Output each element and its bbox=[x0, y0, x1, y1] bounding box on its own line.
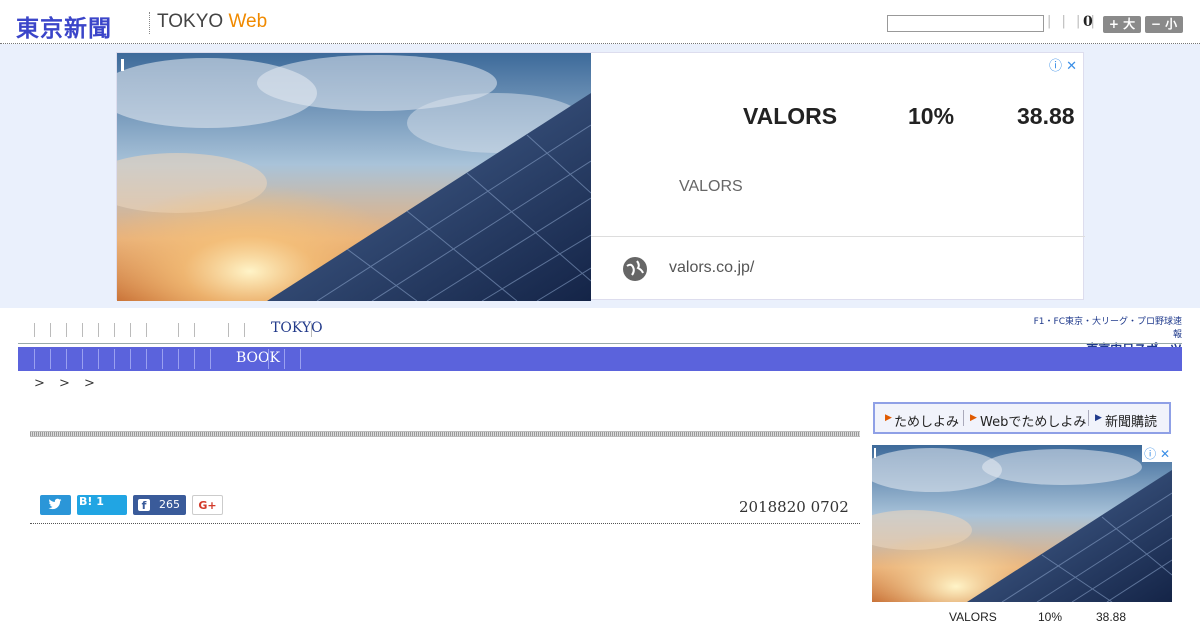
nav-divider bbox=[66, 323, 67, 337]
nav-divider bbox=[284, 349, 285, 369]
nav-divider bbox=[244, 323, 245, 337]
nav-divider bbox=[130, 349, 131, 369]
site-header: 東京新聞 TOKYO Web | | | | 0 + 大 − 小 bbox=[0, 0, 1200, 44]
tokyo-web-logo[interactable]: TOKYO Web bbox=[157, 11, 267, 33]
site-logo[interactable]: 東京新聞 bbox=[16, 9, 112, 43]
google-plus-button[interactable]: G+ bbox=[192, 495, 223, 515]
section-nav: BOOK bbox=[18, 347, 1182, 371]
nav-divider bbox=[114, 323, 115, 337]
globe-icon bbox=[623, 257, 647, 281]
breadcrumb[interactable]: > > > bbox=[34, 376, 100, 391]
nav-item-tokyo[interactable]: TOKYO bbox=[271, 320, 323, 336]
ad-divider bbox=[591, 236, 1085, 237]
nav-divider bbox=[146, 349, 147, 369]
link-divider bbox=[1088, 410, 1089, 426]
font-size-down-button[interactable]: − 小 bbox=[1145, 16, 1183, 33]
sidebar-ad-brand: VALORS bbox=[949, 610, 997, 624]
facebook-icon: f bbox=[138, 499, 150, 512]
twitter-share-button[interactable] bbox=[40, 495, 71, 515]
facebook-share-button[interactable]: f 265 bbox=[133, 495, 186, 515]
nav-divider bbox=[82, 323, 83, 337]
arrow-right-icon: ▶ bbox=[1095, 413, 1102, 423]
ad-subtitle: VALORS bbox=[679, 178, 743, 195]
nav-divider bbox=[50, 349, 51, 369]
banner-ad-text: ⓘ ✕ VALORS 10% 38.88 VALORS valors.co.jp… bbox=[591, 53, 1085, 301]
article-date: 2018820 0702 bbox=[739, 498, 849, 516]
date-divider bbox=[30, 523, 860, 524]
sidebar-ad[interactable]: ⓘ ✕ bbox=[872, 445, 1172, 602]
nav-divider bbox=[114, 349, 115, 369]
header-count: 0 bbox=[1083, 14, 1093, 30]
tokyo-web-logo-web: Web bbox=[228, 11, 268, 32]
nav-divider bbox=[228, 323, 229, 337]
nav-divider bbox=[34, 349, 35, 369]
solar-panel-image bbox=[117, 53, 591, 301]
tameshiyomi-link[interactable]: ためしよみ bbox=[894, 411, 959, 430]
title-rule bbox=[30, 431, 860, 437]
hatena-bookmark-label: B! 1 bbox=[79, 495, 104, 508]
trial-subscribe-bar: ▶ ためしよみ ▶ Webでためしよみ ▶ 新聞購読 bbox=[873, 402, 1171, 434]
link-divider bbox=[963, 410, 964, 426]
nav-divider bbox=[194, 349, 195, 369]
nav-divider bbox=[82, 349, 83, 369]
arrow-right-icon: ▶ bbox=[885, 413, 892, 423]
logo-divider bbox=[149, 12, 151, 34]
nav-item-book[interactable]: BOOK bbox=[236, 350, 280, 366]
nav-divider bbox=[162, 349, 163, 369]
nav-divider bbox=[300, 349, 301, 369]
twitter-icon bbox=[48, 497, 62, 518]
nav-divider bbox=[178, 323, 179, 337]
nav-divider bbox=[146, 323, 147, 337]
nav-divider bbox=[98, 323, 99, 337]
nav-divider bbox=[66, 349, 67, 369]
nav-divider bbox=[268, 349, 269, 369]
nav-divider bbox=[178, 349, 179, 369]
tokyo-web-logo-tokyo: TOKYO bbox=[157, 11, 224, 32]
banner-ad[interactable]: ⓘ ✕ VALORS 10% 38.88 VALORS valors.co.jp… bbox=[116, 52, 1085, 301]
solar-panel-image bbox=[872, 445, 1172, 602]
ad-price: 38.88 bbox=[1017, 103, 1075, 129]
chunichi-sports-tagline: F1・FC東京・大リーグ・プロ野球速報 bbox=[1033, 317, 1182, 340]
sidebar-ad-price: 38.88 bbox=[1096, 610, 1127, 624]
subscribe-link[interactable]: 新聞購読 bbox=[1105, 411, 1157, 430]
nav-divider bbox=[210, 349, 211, 369]
nav-divider-line bbox=[18, 343, 1182, 344]
sidebar-ad-discount: 10% bbox=[1038, 610, 1063, 624]
category-nav: TOKYO bbox=[18, 318, 1018, 342]
nav-divider bbox=[130, 323, 131, 337]
font-size-up-button[interactable]: + 大 bbox=[1103, 16, 1141, 33]
arrow-right-icon: ▶ bbox=[970, 413, 977, 423]
nav-divider bbox=[98, 349, 99, 369]
ad-discount: 10% bbox=[908, 103, 955, 129]
nav-divider bbox=[50, 323, 51, 337]
search-input[interactable] bbox=[887, 15, 1044, 32]
ad-url-link[interactable]: valors.co.jp/ bbox=[669, 259, 754, 277]
nav-divider bbox=[311, 323, 312, 337]
ad-choices-icon[interactable]: ⓘ ✕ bbox=[1142, 445, 1172, 462]
ad-choices-icon[interactable]: ⓘ ✕ bbox=[1049, 55, 1077, 74]
nav-divider bbox=[194, 323, 195, 337]
facebook-share-count: 265 bbox=[159, 498, 180, 511]
nav-divider bbox=[34, 323, 35, 337]
web-tameshiyomi-link[interactable]: Webでためしよみ bbox=[980, 411, 1086, 430]
ad-brand: VALORS bbox=[743, 103, 838, 129]
hatena-bookmark-button[interactable]: B! 1 bbox=[77, 495, 127, 515]
